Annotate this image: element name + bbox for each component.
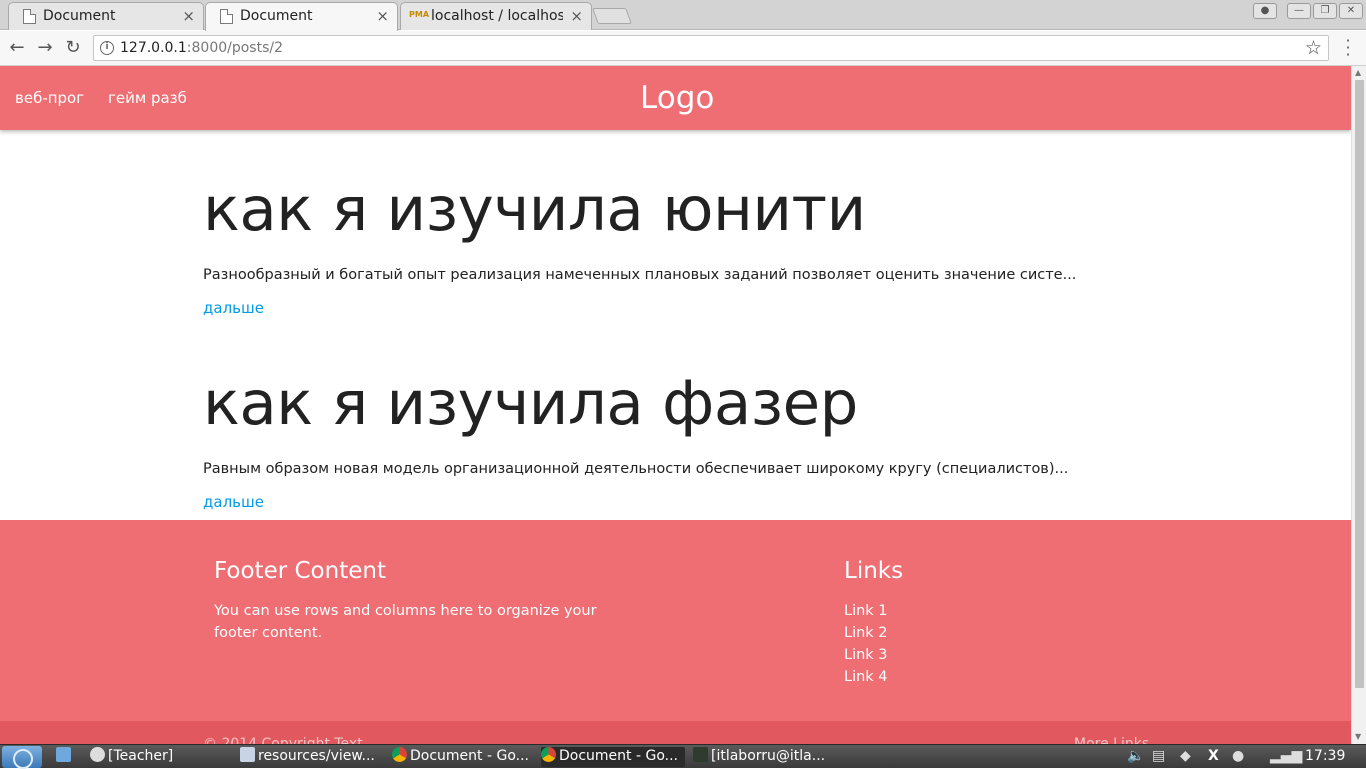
- taskbar-clock: 17:39: [1305, 748, 1346, 764]
- footer-link[interactable]: Link 4: [844, 666, 888, 688]
- start-menu-button[interactable]: [2, 746, 42, 769]
- tab-title: Document: [240, 8, 313, 24]
- read-more-link[interactable]: дальше: [203, 493, 264, 511]
- dropbox-icon[interactable]: ◆: [1180, 748, 1191, 764]
- post-excerpt: Разнообразный и богатый опыт реализация …: [203, 267, 1077, 283]
- footer-links-list: Link 1 Link 2 Link 3 Link 4: [844, 600, 888, 688]
- footer-link[interactable]: Link 3: [844, 644, 888, 666]
- browser-tab-strip: Document × Document × PMA localhost / lo…: [0, 0, 1366, 31]
- taskbar-item-resources[interactable]: resources/view...: [240, 747, 385, 767]
- post-title: как я изучила юнити: [203, 174, 866, 245]
- read-more-link[interactable]: дальше: [203, 299, 264, 317]
- bookmark-star-icon[interactable]: ☆: [1305, 37, 1322, 59]
- nav-link-gamedev[interactable]: гейм разб: [108, 89, 187, 107]
- tab-title: localhost / localhos: [431, 8, 563, 24]
- address-bar[interactable]: i 127.0.0.1:8000/posts/2 ☆: [93, 35, 1329, 61]
- close-window-icon[interactable]: ✕: [1339, 3, 1363, 19]
- chat-icon: [90, 747, 105, 762]
- post-title: как я изучила фазер: [203, 368, 858, 439]
- taskbar-item-chrome-1[interactable]: Document - Go...: [392, 747, 534, 767]
- taskbar-item-chrome-2[interactable]: Document - Go...: [541, 747, 685, 767]
- page-scrollbar[interactable]: ▲ ▼: [1351, 66, 1366, 744]
- scroll-down-icon[interactable]: ▼: [1355, 732, 1361, 741]
- post-card: как я изучила фазер Равным образом новая…: [203, 368, 1103, 511]
- chrome-icon: [541, 747, 556, 762]
- footer-copyright-bar: © 2014 Copyright Text More Links: [0, 721, 1351, 744]
- site-navbar: веб-прог гейм разб Logo: [0, 66, 1351, 130]
- tab-title: Document: [43, 8, 116, 24]
- network-signal-icon[interactable]: ▂▄▆: [1270, 748, 1302, 764]
- taskbar-item-teacher[interactable]: [Teacher]: [90, 747, 230, 767]
- menu-icon[interactable]: · · ·: [1343, 33, 1353, 63]
- site-footer: Footer Content You can use rows and colu…: [0, 520, 1351, 744]
- new-tab-button[interactable]: [592, 8, 632, 24]
- chat-tray-icon[interactable]: ●: [1232, 748, 1244, 764]
- browser-toolbar: ← → ↻ i 127.0.0.1:8000/posts/2 ☆ · · ·: [0, 31, 1366, 66]
- more-links-link[interactable]: More Links: [1074, 736, 1149, 744]
- footer-heading: Footer Content: [214, 558, 386, 584]
- footer-links-heading: Links: [844, 558, 904, 584]
- nav-link-web[interactable]: веб-прог: [15, 89, 84, 107]
- phpmyadmin-icon: PMA: [409, 10, 430, 19]
- back-icon[interactable]: ←: [6, 37, 28, 59]
- tab-phpmyadmin[interactable]: PMA localhost / localhos ×: [400, 2, 592, 30]
- volume-icon[interactable]: 🔈: [1127, 748, 1144, 764]
- info-icon[interactable]: i: [100, 41, 114, 55]
- document-icon: [23, 9, 36, 24]
- restore-icon[interactable]: ❐: [1313, 3, 1337, 19]
- close-icon[interactable]: ×: [182, 7, 195, 25]
- show-desktop-icon[interactable]: [56, 747, 80, 767]
- url-text: 127.0.0.1:8000/posts/2: [120, 40, 283, 56]
- scrollbar-thumb[interactable]: [1355, 80, 1364, 688]
- url-host: 127.0.0.1: [120, 40, 187, 56]
- url-path: :8000/posts/2: [186, 40, 284, 56]
- close-icon[interactable]: ×: [570, 7, 583, 25]
- site-logo[interactable]: Logo: [640, 80, 714, 116]
- copyright-text: © 2014 Copyright Text: [203, 736, 363, 744]
- footer-text: You can use rows and columns here to org…: [214, 603, 597, 641]
- page-viewport: веб-прог гейм разб Logo как я изучила юн…: [0, 66, 1351, 744]
- post-excerpt: Равным образом новая модель организацион…: [203, 461, 1069, 477]
- post-card: как я изучила юнити Разнообразный и бога…: [203, 174, 1103, 317]
- os-taskbar: [Teacher] resources/view... Document - G…: [0, 744, 1366, 769]
- tab-document-1[interactable]: Document ×: [8, 2, 204, 30]
- scroll-up-icon[interactable]: ▲: [1355, 68, 1361, 77]
- reload-icon[interactable]: ↻: [62, 37, 84, 59]
- profile-icon[interactable]: ●: [1253, 3, 1277, 19]
- tab-document-2[interactable]: Document ×: [205, 2, 398, 31]
- taskbar-item-terminal[interactable]: [itlaborru@itla...: [693, 747, 835, 767]
- close-icon[interactable]: ×: [376, 7, 389, 25]
- terminal-icon: [693, 747, 708, 762]
- footer-link[interactable]: Link 1: [844, 600, 888, 622]
- chrome-icon: [392, 747, 407, 762]
- forward-icon[interactable]: →: [34, 37, 56, 59]
- document-icon: [220, 9, 233, 24]
- x-icon[interactable]: X: [1208, 748, 1219, 764]
- clipboard-icon[interactable]: ▤: [1152, 748, 1165, 764]
- folder-icon: [240, 747, 255, 762]
- minimize-icon[interactable]: —: [1287, 3, 1311, 19]
- footer-link[interactable]: Link 2: [844, 622, 888, 644]
